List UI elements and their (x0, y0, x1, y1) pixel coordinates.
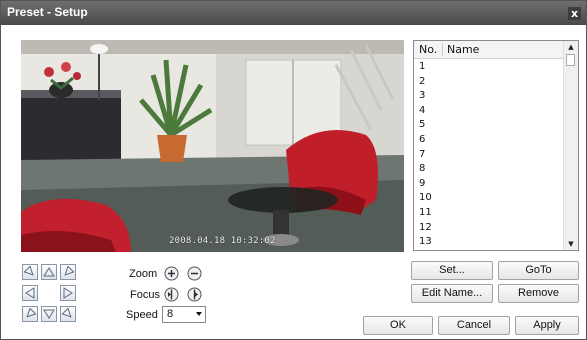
apply-button[interactable]: Apply (515, 316, 579, 335)
speed-select[interactable]: 8 (162, 306, 206, 323)
scroll-up-arrow-icon[interactable]: ▲ (564, 41, 578, 53)
preset-list-item[interactable]: 9 (419, 177, 432, 192)
arrow-down-right-icon (62, 308, 72, 318)
pan-left-button[interactable] (22, 285, 38, 301)
arrow-up-left-icon (24, 266, 34, 276)
arrow-up-right-icon (64, 266, 74, 276)
remove-preset-button[interactable]: Remove (498, 284, 579, 303)
preset-list-item[interactable]: 7 (419, 148, 432, 163)
preset-list-item[interactable]: 2 (419, 75, 432, 90)
arrow-up-icon (43, 267, 55, 277)
pan-down-right-button[interactable] (60, 306, 76, 322)
pan-up-left-button[interactable] (22, 264, 38, 280)
preset-list-item[interactable]: 8 (419, 162, 432, 177)
speed-label: Speed (126, 309, 158, 321)
ok-button[interactable]: OK (363, 316, 433, 335)
column-divider[interactable] (442, 43, 443, 56)
arrow-down-icon (43, 309, 55, 319)
scroll-down-arrow-icon[interactable]: ▼ (564, 238, 578, 250)
preset-rows: 1 2 3 4 5 6 7 8 9 10 11 12 13 (419, 60, 432, 250)
preset-list[interactable]: No. Name 1 2 3 4 5 6 7 8 9 10 11 12 13 ▲ ▼ (413, 40, 579, 251)
scroll-thumb[interactable] (566, 54, 575, 66)
preset-list-item[interactable]: 4 (419, 104, 432, 119)
tilt-down-button[interactable] (41, 306, 57, 322)
preset-list-item[interactable]: 10 (419, 191, 432, 206)
preset-setup-dialog: Preset - Setup x 2008.04.18 10:32:02 No.… (0, 0, 587, 340)
arrow-left-icon (25, 287, 35, 299)
preset-list-header: No. Name (414, 41, 565, 59)
goto-preset-button[interactable]: GoTo (498, 261, 579, 280)
arrow-right-icon (63, 287, 73, 299)
preset-list-item[interactable]: 1 (419, 60, 432, 75)
preset-list-item[interactable]: 11 (419, 206, 432, 221)
title-bar[interactable]: Preset - Setup x (1, 1, 586, 25)
pan-up-right-button[interactable] (60, 264, 76, 280)
column-header-no[interactable]: No. (419, 43, 437, 56)
edit-name-button[interactable]: Edit Name... (411, 284, 493, 303)
video-timestamp: 2008.04.18 10:32:02 (169, 236, 276, 246)
preset-list-item[interactable]: 5 (419, 118, 432, 133)
pan-down-left-button[interactable] (22, 306, 38, 322)
focus-far-button[interactable] (187, 287, 202, 302)
focus-near-button[interactable] (164, 287, 179, 302)
speed-select-value: 8 (167, 308, 174, 320)
chevron-down-icon (196, 312, 202, 316)
preset-list-scrollbar[interactable]: ▲ ▼ (563, 41, 578, 250)
focus-label: Focus (130, 289, 160, 301)
close-button[interactable]: x (568, 7, 581, 20)
window-title: Preset - Setup (7, 5, 88, 19)
preset-list-item[interactable]: 6 (419, 133, 432, 148)
preset-list-item[interactable]: 13 (419, 235, 432, 250)
zoom-label: Zoom (129, 268, 158, 280)
zoom-in-button[interactable] (164, 266, 179, 281)
set-preset-button[interactable]: Set... (411, 261, 493, 280)
camera-preview: 2008.04.18 10:32:02 (21, 40, 404, 252)
cancel-button[interactable]: Cancel (438, 316, 510, 335)
preset-list-item[interactable]: 12 (419, 221, 432, 236)
pan-right-button[interactable] (60, 285, 76, 301)
column-header-name[interactable]: Name (447, 43, 479, 56)
arrow-down-left-icon (26, 308, 36, 318)
preset-list-item[interactable]: 3 (419, 89, 432, 104)
tilt-up-button[interactable] (41, 264, 57, 280)
zoom-out-button[interactable] (187, 266, 202, 281)
